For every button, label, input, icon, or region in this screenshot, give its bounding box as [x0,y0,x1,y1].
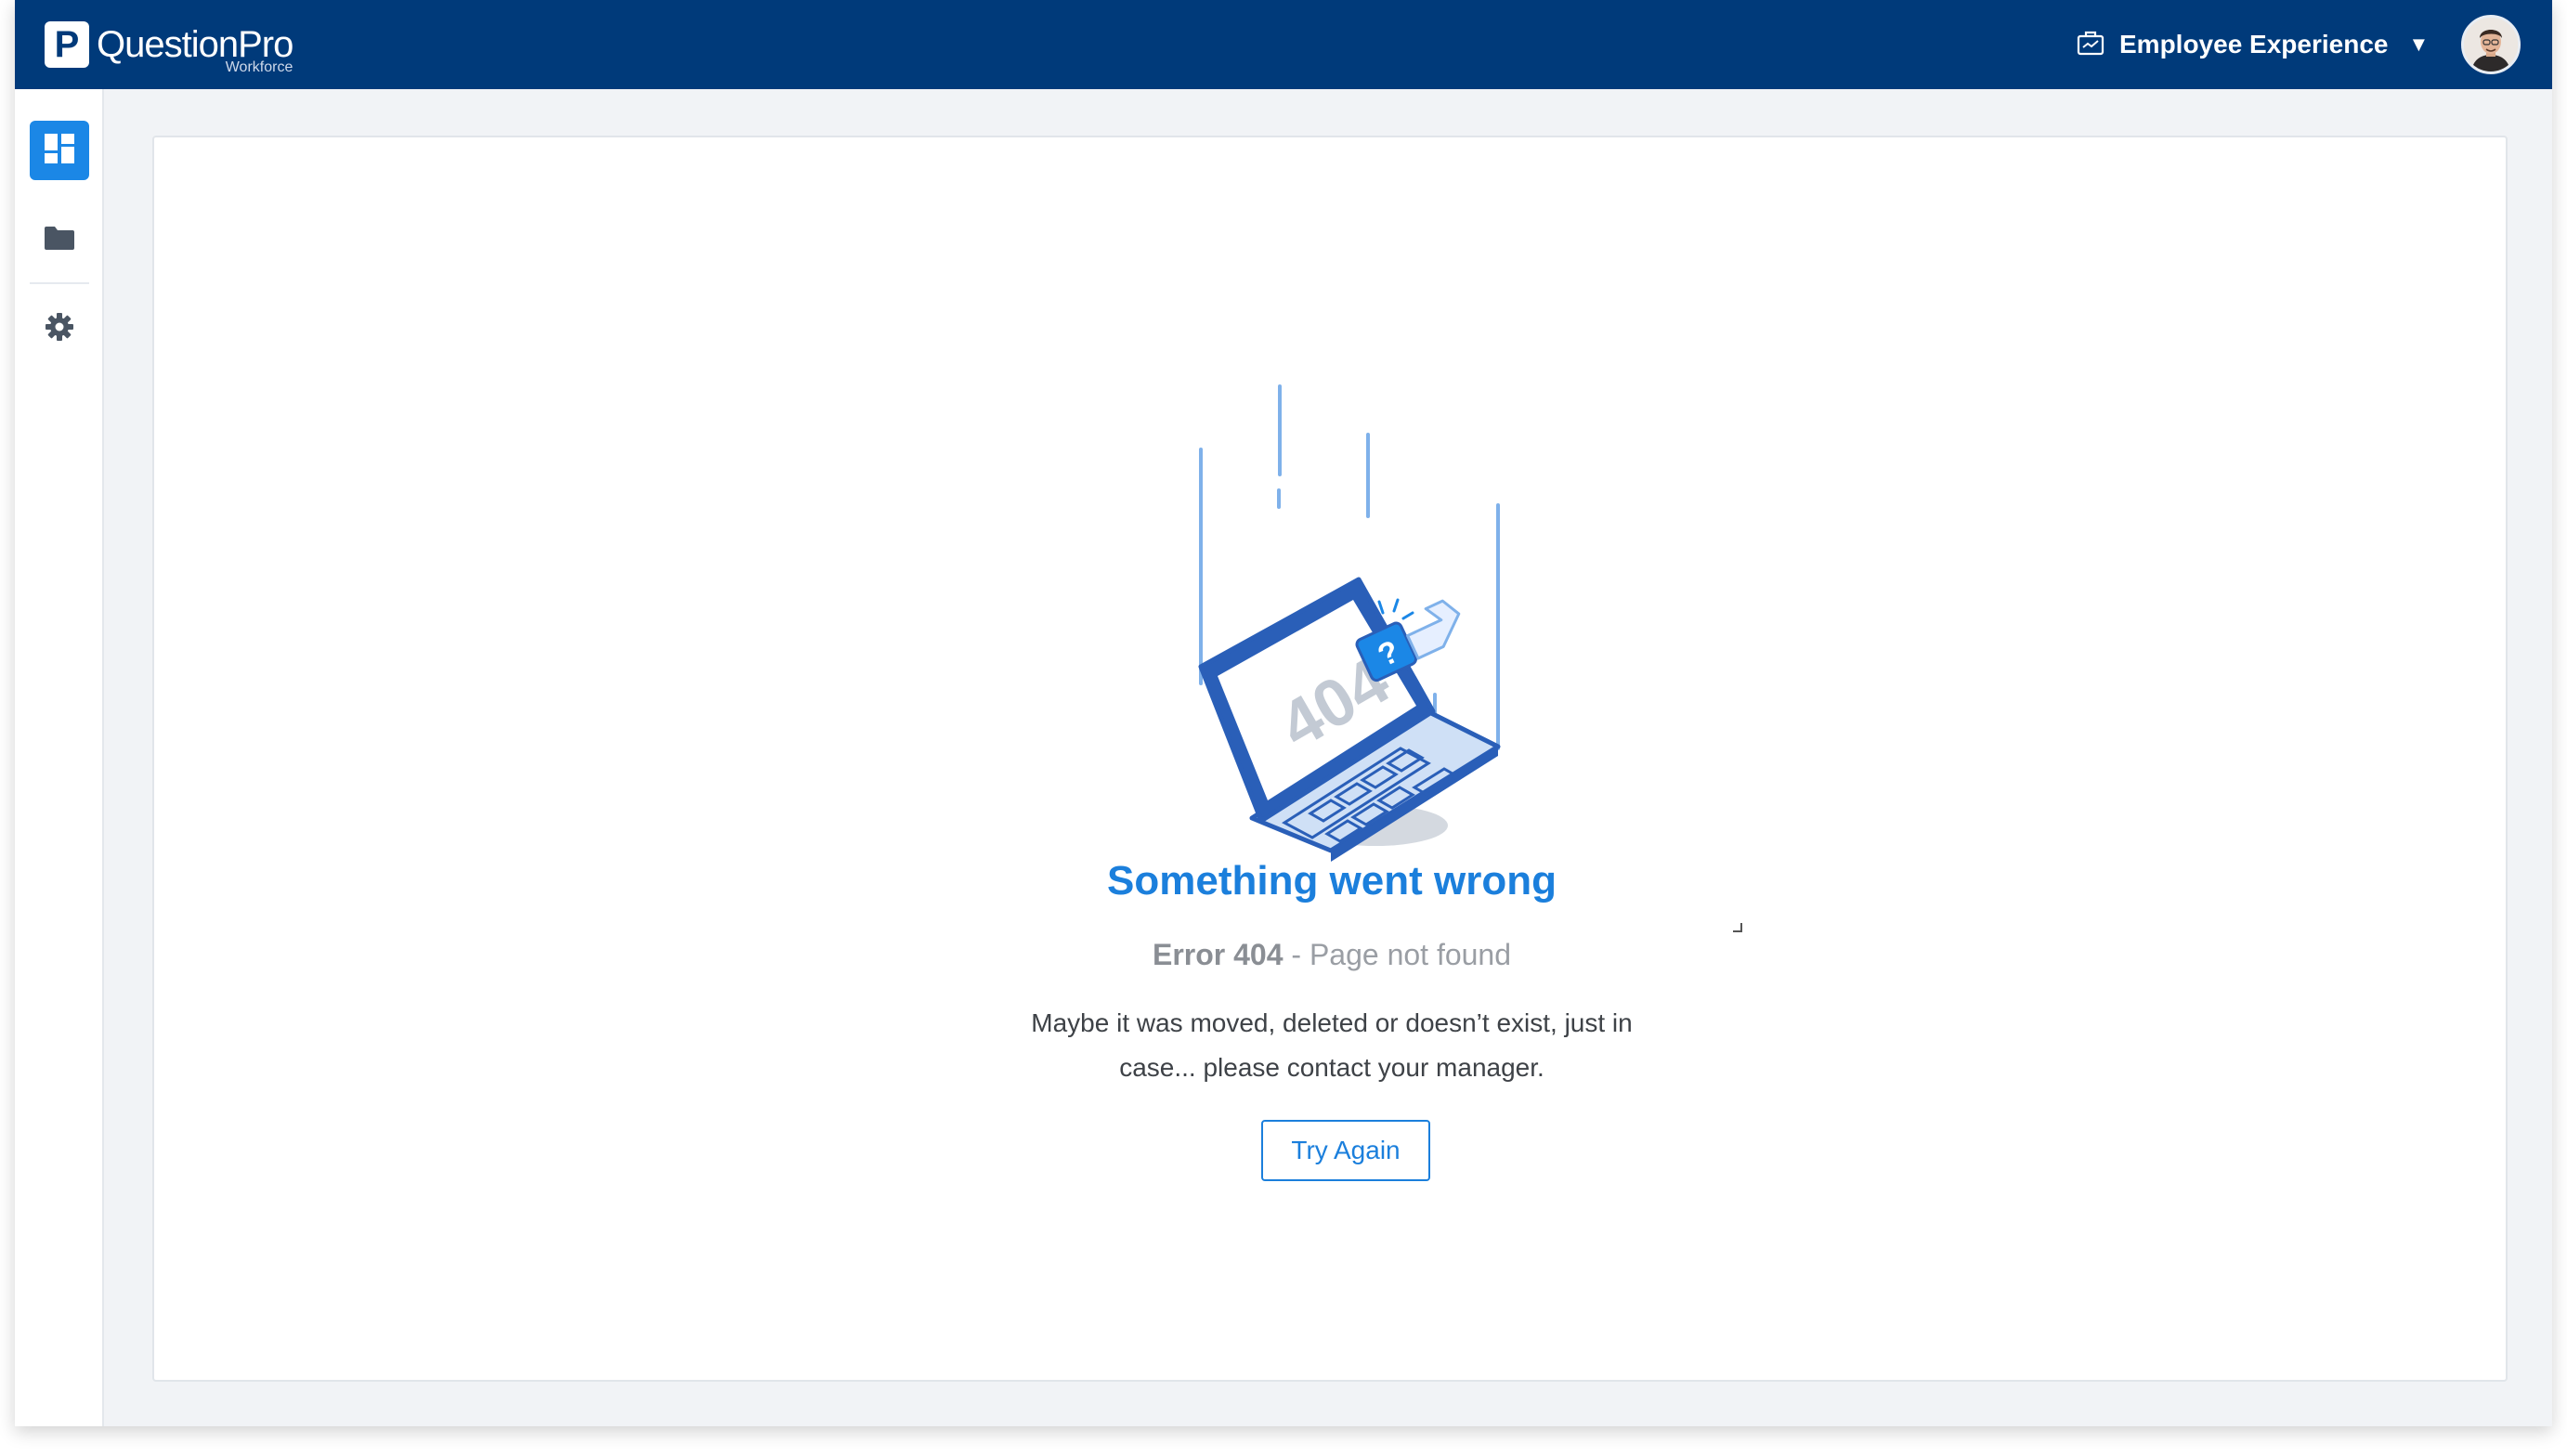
folder-icon [44,225,75,255]
left-sidebar [15,89,104,1426]
error-subtitle: Error 404 - Page not found [154,938,2509,972]
app-window: P QuestionPro Workforce Employee Experie… [15,0,2552,1426]
dashboard-icon [44,133,75,169]
logo-name: QuestionPro [97,24,293,65]
top-navigation-bar: P QuestionPro Workforce Employee Experie… [15,0,2552,89]
resize-corner-mark [1733,923,1742,932]
sidebar-item-folders[interactable] [30,210,89,269]
workspace-selector[interactable]: Employee Experience ▼ [2077,22,2429,67]
sidebar-item-settings[interactable] [30,299,89,358]
gear-icon [45,312,74,346]
error-title: Something went wrong [1107,858,1557,904]
sidebar-item-dashboard[interactable] [30,121,89,180]
error-card: 404 ? Something went wrong Error 404 - P… [152,136,2508,1382]
error-separator: - [1283,938,1310,971]
error-message: Maybe it was moved, deleted or doesn’t e… [1031,1008,1633,1082]
questionpro-logo[interactable]: P QuestionPro Workforce [45,20,293,75]
workspace-label: Employee Experience [2119,30,2389,58]
sidebar-divider [30,282,89,284]
error-code: Error 404 [1152,938,1284,971]
user-avatar[interactable] [2461,15,2521,74]
caret-down-icon[interactable]: ▼ [2408,32,2429,57]
broken-laptop-illustration: 404 ? [1145,368,1572,883]
logo-subtitle: Workforce [225,59,293,75]
logo-text: QuestionPro Workforce [97,24,293,75]
logo-mark: P [45,21,89,68]
try-again-button[interactable]: Try Again [1261,1120,1430,1181]
error-text: Page not found [1309,938,1512,971]
briefcase-chart-icon [2077,30,2104,60]
